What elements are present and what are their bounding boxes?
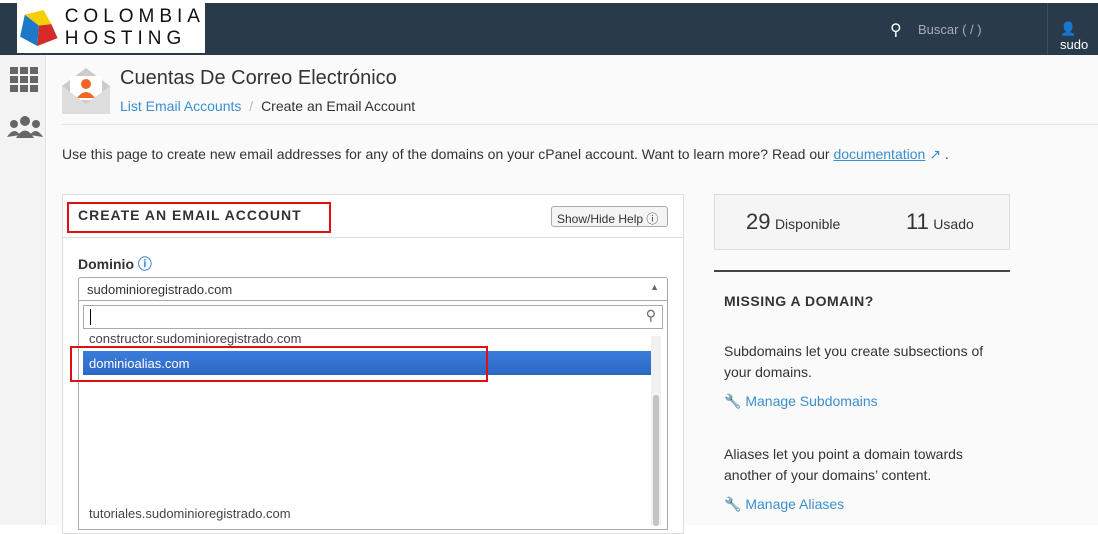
description-text: Use this page to create new email addres… <box>62 146 834 162</box>
manage-subdomains-label: Manage Subdomains <box>745 393 878 409</box>
help-button-label: Show/Hide Help <box>557 212 644 226</box>
available-stat: 29 Disponible <box>746 209 840 235</box>
apps-grid-icon[interactable] <box>10 67 38 92</box>
scrollbar-track[interactable] <box>651 336 661 526</box>
sidebar <box>0 55 46 525</box>
email-accounts-icon <box>62 68 110 114</box>
search-input[interactable]: Buscar ( / ) <box>918 22 982 37</box>
documentation-link[interactable]: documentation <box>833 146 925 162</box>
available-count: 29 <box>746 209 771 234</box>
aliases-text: Aliases let you point a domain towards a… <box>724 446 963 483</box>
used-count: 11 <box>906 209 929 234</box>
username: sudo <box>1060 37 1089 52</box>
missing-domain-title: MISSING A DOMAIN? <box>724 293 874 309</box>
scrollbar-thumb[interactable] <box>653 395 659 526</box>
logo-text-line1: COLOMBIA <box>64 6 205 27</box>
stats-box: 29 Disponible 11 Usado <box>714 194 1010 250</box>
manage-aliases-link[interactable]: 🔧 Manage Aliases <box>724 496 844 513</box>
selected-domain: sudominioregistrado.com <box>87 282 233 297</box>
dropdown-option[interactable]: tutoriales.sudominioregistrado.com <box>89 506 291 521</box>
logo-mark-icon <box>20 10 58 46</box>
user-menu[interactable]: 👤 sudo <box>1060 21 1098 52</box>
wrench-icon: 🔧 <box>724 496 742 512</box>
search-icon[interactable]: ⚲ <box>890 20 902 40</box>
annotation-box <box>70 346 488 382</box>
page-description: Use this page to create new email addres… <box>62 146 949 163</box>
breadcrumb-list-email-accounts[interactable]: List Email Accounts <box>120 98 241 114</box>
dropdown-option[interactable]: constructor.sudominioregistrado.com <box>89 331 301 346</box>
available-label: Disponible <box>774 216 841 232</box>
domain-select[interactable]: sudominioregistrado.com ▲ <box>78 277 668 301</box>
manage-aliases-label: Manage Aliases <box>745 496 845 512</box>
search-icon: ⚲ <box>645 307 656 323</box>
dropdown-search-input[interactable]: ⚲ <box>83 305 663 329</box>
domain-label-text: Dominio <box>78 256 134 272</box>
panel-title: CREATE AN EMAIL ACCOUNT <box>78 207 302 223</box>
divider <box>714 270 1010 272</box>
users-icon[interactable] <box>7 115 43 139</box>
breadcrumb-current: Create an Email Account <box>261 98 416 114</box>
show-hide-help-button[interactable]: Show/Hide Help ⓘ <box>551 206 668 227</box>
page-title: Cuentas De Correo Electrónico <box>120 67 397 89</box>
divider <box>1047 3 1048 55</box>
external-link-icon: ↗ <box>925 146 941 162</box>
description-end: . <box>940 146 949 162</box>
caret-up-icon: ▲ <box>650 282 659 292</box>
divider <box>63 237 683 238</box>
help-icon[interactable]: ⓘ <box>138 256 152 272</box>
help-icon: ⓘ <box>646 212 659 226</box>
subdomains-text: Subdomains let you create subsections of… <box>724 343 984 380</box>
breadcrumb-separator: / <box>249 98 254 114</box>
wrench-icon: 🔧 <box>724 393 742 409</box>
divider <box>62 124 1098 125</box>
manage-subdomains-link[interactable]: 🔧 Manage Subdomains <box>724 393 878 410</box>
logo[interactable]: COLOMBIA HOSTING <box>17 3 205 53</box>
breadcrumb: List Email Accounts / Create an Email Ac… <box>120 98 415 114</box>
logo-text-line2: HOSTING <box>64 28 187 49</box>
used-label: Usado <box>933 216 974 232</box>
used-stat: 11 Usado <box>906 209 974 235</box>
user-icon: 👤 <box>1060 21 1077 36</box>
domain-label: Dominio ⓘ <box>78 254 152 274</box>
